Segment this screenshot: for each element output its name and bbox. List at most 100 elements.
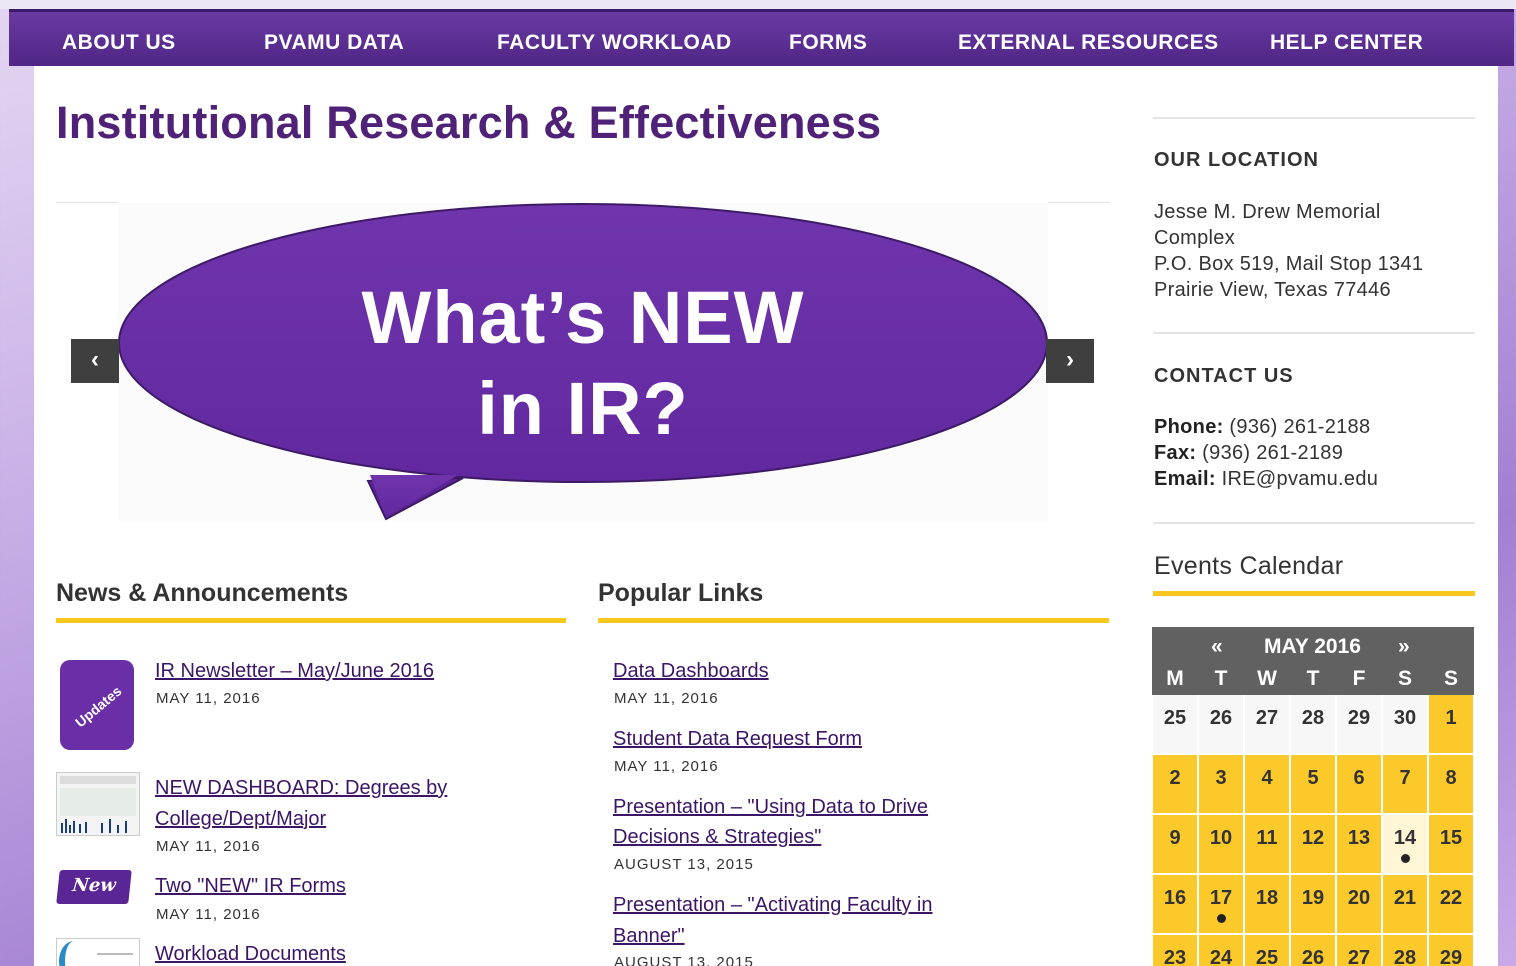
calendar-day-number: 26 <box>1301 947 1325 966</box>
calendar-day[interactable]: 15 <box>1429 815 1473 873</box>
calendar-day-number: 10 <box>1209 827 1233 849</box>
nav-help-center[interactable]: HELP CENTER <box>1270 31 1423 55</box>
calendar-day[interactable]: 5 <box>1291 755 1335 813</box>
calendar-week-row: 25 26 27 28 29 30 1 <box>1152 695 1474 755</box>
location-line: P.O. Box 519, Mail Stop 1341 <box>1154 253 1424 275</box>
calendar-day-with-event[interactable]: 14 <box>1383 815 1427 873</box>
news-link-newsletter[interactable]: IR Newsletter – May/June 2016 <box>155 656 434 687</box>
calendar-next-month[interactable]: » <box>1398 635 1410 659</box>
calendar-day[interactable]: 10 <box>1199 815 1243 873</box>
link-date: MAY 11, 2016 <box>614 690 719 707</box>
weekday-label: M <box>1166 667 1184 690</box>
calendar-day[interactable]: 2 <box>1153 755 1197 813</box>
fax-number: (936) 261-2189 <box>1196 442 1344 464</box>
calendar-day[interactable]: 28 <box>1291 695 1335 753</box>
popular-link-activating-faculty-line-1[interactable]: Presentation – "Activating Faculty in <box>613 890 932 921</box>
calendar-day[interactable]: 21 <box>1383 875 1427 933</box>
nav-faculty-workload[interactable]: FACULTY WORKLOAD <box>497 31 732 55</box>
calendar-day[interactable]: 30 <box>1383 695 1427 753</box>
slider-prev-button[interactable]: ‹ <box>71 339 119 383</box>
popular-link-student-data-request[interactable]: Student Data Request Form <box>613 724 862 755</box>
calendar-weekday-row: M T W T F S S <box>1152 665 1474 695</box>
weekday-label: S <box>1397 667 1412 690</box>
calendar-day[interactable]: 3 <box>1199 755 1243 813</box>
dashboard-thumbnail[interactable] <box>56 772 140 836</box>
calendar-day-number: 15 <box>1439 827 1463 849</box>
calendar-day[interactable]: 19 <box>1291 875 1335 933</box>
weekday-label: T <box>1306 667 1320 690</box>
news-link-dashboard-line-2[interactable]: College/Dept/Major <box>155 804 326 835</box>
nav-external-resources[interactable]: EXTERNAL RESOURCES <box>958 31 1219 55</box>
calendar-day[interactable]: 28 <box>1383 935 1427 966</box>
document-thumbnail[interactable] <box>56 938 140 966</box>
updates-icon[interactable]: Updates <box>60 660 134 750</box>
main-nav: ABOUT US PVAMU DATA FACULTY WORKLOAD FOR… <box>9 9 1514 66</box>
phone-label: Phone: <box>1154 416 1224 438</box>
news-link-dashboard-line-1[interactable]: NEW DASHBOARD: Degrees by <box>155 773 447 804</box>
popular-link-using-data-line-2[interactable]: Decisions & Strategies" <box>613 822 821 853</box>
calendar-day[interactable]: 7 <box>1383 755 1427 813</box>
calendar-day[interactable]: 13 <box>1337 815 1381 873</box>
nav-about-us[interactable]: ABOUT US <box>62 31 176 55</box>
calendar-day[interactable]: 29 <box>1429 935 1473 966</box>
new-badge[interactable]: New <box>56 870 132 904</box>
calendar-day[interactable]: 1 <box>1429 695 1473 753</box>
calendar-day[interactable]: 12 <box>1291 815 1335 873</box>
calendar-day[interactable]: 26 <box>1199 695 1243 753</box>
nav-pvamu-data[interactable]: PVAMU DATA <box>264 31 404 55</box>
calendar-day[interactable]: 9 <box>1153 815 1197 873</box>
contact-email: Email: IRE@pvamu.edu <box>1154 466 1378 492</box>
calendar-day[interactable]: 11 <box>1245 815 1289 873</box>
thumb-bar <box>61 823 63 833</box>
slider-next-button[interactable]: › <box>1046 339 1094 383</box>
calendar-prev-month[interactable]: « <box>1211 635 1223 659</box>
calendar-day[interactable]: 16 <box>1153 875 1197 933</box>
email-address[interactable]: IRE@pvamu.edu <box>1216 468 1378 490</box>
calendar-day[interactable]: 24 <box>1199 935 1243 966</box>
calendar-day[interactable]: 27 <box>1337 935 1381 966</box>
event-dot-icon <box>1216 914 1226 923</box>
calendar-week-row: 16 17 18 19 20 21 22 <box>1152 875 1474 935</box>
events-calendar: « MAY 2016 » M T W T F S S 25 26 27 28 29 30 1… <box>1152 627 1474 966</box>
featured-slide[interactable]: What’s NEW in IR? <box>118 203 1048 521</box>
popular-link-using-data-line-1[interactable]: Presentation – "Using Data to Drive <box>613 792 928 823</box>
phone-number: (936) 261-2188 <box>1223 416 1371 438</box>
calendar-grid: 25 26 27 28 29 30 1 2 3 4 5 6 7 8 9 10 11 12 13 14 15 16 17 18 1… <box>1152 695 1474 966</box>
calendar-month-title: MAY 2016 <box>1264 635 1361 658</box>
calendar-day-number: 11 <box>1256 827 1278 849</box>
calendar-day[interactable]: 25 <box>1153 695 1197 753</box>
calendar-day[interactable]: 6 <box>1337 755 1381 813</box>
calendar-day-number: 5 <box>1307 767 1319 789</box>
thumb-chart-area <box>60 788 136 816</box>
calendar-day-number: 3 <box>1215 767 1227 789</box>
popular-link-data-dashboards[interactable]: Data Dashboards <box>613 656 769 687</box>
calendar-day-number: 21 <box>1393 887 1417 909</box>
calendar-day[interactable]: 25 <box>1245 935 1289 966</box>
calendar-week-row: 9 10 11 12 13 14 15 <box>1152 815 1474 875</box>
calendar-day-with-event[interactable]: 17 <box>1199 875 1243 933</box>
calendar-day-number: 30 <box>1393 707 1417 729</box>
news-link-workload[interactable]: Workload Documents <box>155 939 346 966</box>
calendar-day-number: 29 <box>1347 707 1371 729</box>
email-label: Email: <box>1154 468 1216 490</box>
thumb-bar <box>79 824 81 833</box>
calendar-day[interactable]: 29 <box>1337 695 1381 753</box>
calendar-day[interactable]: 18 <box>1245 875 1289 933</box>
calendar-day[interactable]: 23 <box>1153 935 1197 966</box>
calendar-day[interactable]: 4 <box>1245 755 1289 813</box>
nav-forms[interactable]: FORMS <box>789 31 867 55</box>
calendar-day[interactable]: 26 <box>1291 935 1335 966</box>
calendar-day-number: 19 <box>1301 887 1325 909</box>
news-link-ir-forms[interactable]: Two "NEW" IR Forms <box>155 871 346 902</box>
speech-bubble-graphic <box>118 203 1048 521</box>
calendar-day[interactable]: 20 <box>1337 875 1381 933</box>
calendar-day-number: 14 <box>1393 827 1417 849</box>
calendar-day[interactable]: 27 <box>1245 695 1289 753</box>
popular-link-activating-faculty-line-2[interactable]: Banner" <box>613 921 685 952</box>
calendar-day-number: 13 <box>1347 827 1371 849</box>
thumb-bar <box>65 819 67 833</box>
thumb-bar <box>73 821 75 833</box>
calendar-day-number: 9 <box>1169 827 1181 849</box>
calendar-day[interactable]: 8 <box>1429 755 1473 813</box>
calendar-day[interactable]: 22 <box>1429 875 1473 933</box>
